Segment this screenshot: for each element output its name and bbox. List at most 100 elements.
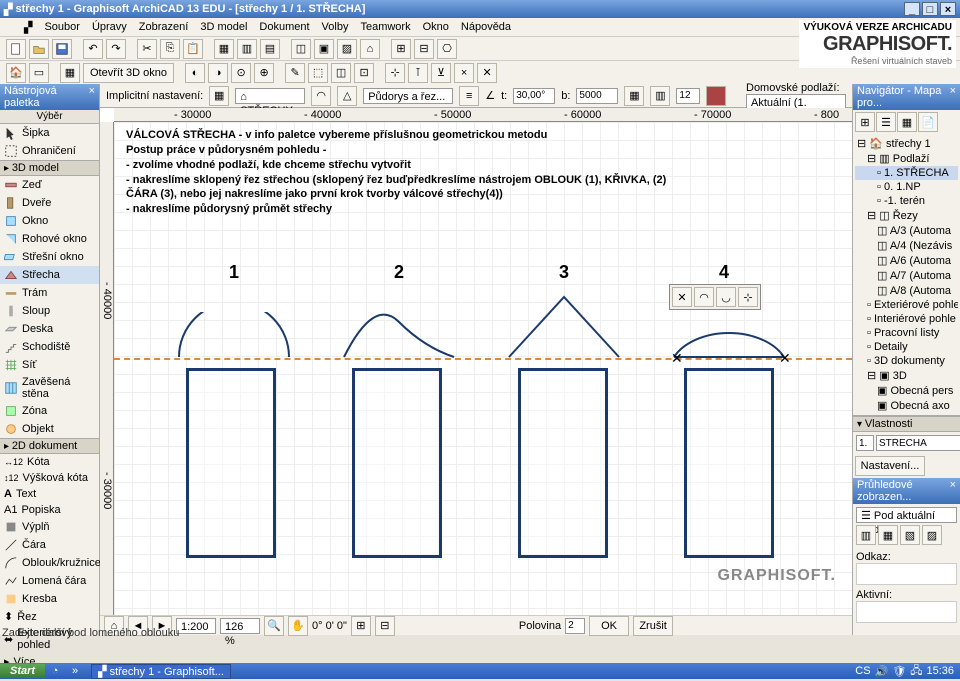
new-button[interactable] bbox=[6, 39, 26, 59]
tool-button[interactable]: ▦ bbox=[214, 39, 234, 59]
edit-button[interactable]: ◫ bbox=[331, 63, 351, 83]
view-button[interactable]: 🏠 bbox=[6, 63, 26, 83]
nav-tab[interactable]: ⊞ bbox=[855, 112, 875, 132]
ok-button[interactable]: OK bbox=[589, 616, 629, 636]
navigator-header[interactable]: Navigátor - Mapa pro...× bbox=[853, 84, 960, 110]
preview-button[interactable]: ▨ bbox=[922, 525, 942, 545]
pet-button[interactable]: ◠ bbox=[694, 287, 714, 307]
tool-section[interactable]: ⬍Řez bbox=[0, 608, 99, 625]
tool-label[interactable]: A1Popiska bbox=[0, 502, 99, 518]
settings-icon[interactable]: ▦ bbox=[209, 86, 229, 106]
pet-palette[interactable]: ✕ ◠ ◡ ⊹ bbox=[669, 284, 761, 310]
preview-button[interactable]: ▥ bbox=[856, 525, 876, 545]
taskbar-item[interactable]: ▞ střechy 1 - Graphisoft... bbox=[91, 664, 231, 679]
tree-item[interactable]: ⊟ ◫ Řezy bbox=[855, 208, 958, 223]
tree-item[interactable]: ▣ Obecná pers bbox=[855, 383, 958, 398]
tool-wall[interactable]: Zeď bbox=[0, 176, 99, 194]
tool-button[interactable]: ▣ bbox=[314, 39, 334, 59]
tray-icon[interactable]: 🖧 bbox=[910, 662, 922, 681]
clock[interactable]: 15:36 bbox=[926, 665, 954, 677]
tree-item[interactable]: ◫ A/8 (Automa bbox=[855, 283, 958, 298]
tool-text[interactable]: AText bbox=[0, 486, 99, 502]
pet-button[interactable]: ◡ bbox=[716, 287, 736, 307]
view-field[interactable]: Půdorys a řez... bbox=[363, 88, 453, 104]
minimize-button[interactable]: _ bbox=[904, 2, 920, 16]
pan-button[interactable]: ✋ bbox=[288, 616, 308, 636]
num-input[interactable] bbox=[676, 88, 700, 104]
tool-button[interactable]: ⊟ bbox=[414, 39, 434, 59]
layer-button[interactable]: ≡ bbox=[459, 86, 479, 106]
tool-mesh[interactable]: Síť bbox=[0, 356, 99, 374]
tree-item[interactable]: ▫ Interiérové pohle bbox=[855, 312, 958, 326]
nav-button[interactable]: ⊕ bbox=[254, 63, 274, 83]
opt-button[interactable]: ⊞ bbox=[351, 616, 371, 636]
view-button[interactable]: ▦ bbox=[60, 63, 80, 83]
tool-button[interactable]: ⌂ bbox=[360, 39, 380, 59]
cancel-button[interactable]: Zrušit bbox=[633, 616, 673, 636]
paste-button[interactable]: 📋 bbox=[183, 39, 203, 59]
menu-napoveda[interactable]: Nápověda bbox=[461, 21, 511, 33]
page-input[interactable] bbox=[565, 618, 585, 634]
preview-header[interactable]: Průhledové zobrazen...× bbox=[853, 478, 960, 504]
angle-input[interactable] bbox=[513, 88, 555, 104]
nav-button[interactable]: ⊙ bbox=[231, 63, 251, 83]
palette-header[interactable]: Nástrojová paletka× bbox=[0, 84, 99, 110]
tool-door[interactable]: Dveře bbox=[0, 194, 99, 212]
opt-button[interactable]: ▦ bbox=[624, 86, 644, 106]
tool-object[interactable]: Objekt bbox=[0, 420, 99, 438]
view-button[interactable]: ▭ bbox=[29, 63, 49, 83]
snap-button[interactable]: ⊺ bbox=[408, 63, 428, 83]
tree-item[interactable]: ▫ Detaily bbox=[855, 340, 958, 354]
nav-tab[interactable]: ☰ bbox=[876, 112, 896, 132]
tree-item[interactable]: ▣ Obecná axo bbox=[855, 398, 958, 413]
tool-name-field[interactable]: ⌂ STŘECHY bbox=[235, 88, 305, 104]
tool-arrow[interactable]: Šipka bbox=[0, 124, 99, 142]
prop-num[interactable] bbox=[856, 435, 874, 451]
drawing-canvas[interactable]: - 30000 - 40000 - 50000 - 60000 - 70000 … bbox=[100, 108, 852, 615]
tool-drawing[interactable]: Kresba bbox=[0, 590, 99, 608]
tool-zone[interactable]: Zóna bbox=[0, 402, 99, 420]
tree-item[interactable]: ▫ -1. terén bbox=[855, 194, 958, 208]
tool-stair[interactable]: Schodiště bbox=[0, 338, 99, 356]
tool-button[interactable]: ⊞ bbox=[391, 39, 411, 59]
tree-item[interactable]: ▫ 3D dokumenty bbox=[855, 354, 958, 368]
tree-item[interactable]: ▫ Exteriérové pohle bbox=[855, 298, 958, 312]
menu-zobrazeni[interactable]: Zobrazení bbox=[139, 21, 189, 33]
pet-button[interactable]: ⊹ bbox=[738, 287, 758, 307]
preview-button[interactable]: ▧ bbox=[900, 525, 920, 545]
start-button[interactable]: Start bbox=[0, 664, 45, 678]
tool-button[interactable]: ▤ bbox=[260, 39, 280, 59]
menu-soubor[interactable]: Soubor bbox=[44, 21, 79, 33]
nav-tab[interactable]: ▦ bbox=[897, 112, 917, 132]
nav-tab[interactable]: 📄 bbox=[918, 112, 938, 132]
menu-teamwork[interactable]: Teamwork bbox=[360, 21, 410, 33]
copy-button[interactable]: ⎘ bbox=[160, 39, 180, 59]
tool-slab[interactable]: Deska bbox=[0, 320, 99, 338]
edit-button[interactable]: ✎ bbox=[285, 63, 305, 83]
edit-button[interactable]: ⬚ bbox=[308, 63, 328, 83]
color-button[interactable] bbox=[706, 86, 726, 106]
close-button[interactable]: × bbox=[940, 2, 956, 16]
tree-item[interactable]: ⊟ ▣ 3D bbox=[855, 368, 958, 383]
tool-roof[interactable]: Střecha bbox=[0, 266, 99, 284]
bottom-input[interactable] bbox=[576, 88, 618, 104]
open-button[interactable] bbox=[29, 39, 49, 59]
zoom-field[interactable]: 126 % bbox=[220, 618, 260, 634]
open-3d-button[interactable]: Otevřít 3D okno bbox=[83, 63, 174, 83]
preview-mode[interactable]: ☰ Pod aktuální podlaží bbox=[856, 507, 957, 523]
cut-button[interactable]: ✂ bbox=[137, 39, 157, 59]
nav-button[interactable]: ◑ bbox=[208, 63, 228, 83]
geom-method-button[interactable]: ◠ bbox=[311, 86, 331, 106]
tool-dimension[interactable]: ↔12Kóta bbox=[0, 454, 99, 470]
tree-item-active[interactable]: ▫ 1. STŘECHA bbox=[855, 166, 958, 180]
section-3d[interactable]: ▸ 3D model bbox=[0, 160, 99, 176]
tool-button[interactable]: ◫ bbox=[291, 39, 311, 59]
menu-3dmodel[interactable]: 3D model bbox=[200, 21, 247, 33]
geom-method-button[interactable]: △ bbox=[337, 86, 357, 106]
snap-button[interactable]: ✕ bbox=[477, 63, 497, 83]
menu-okno[interactable]: Okno bbox=[423, 21, 449, 33]
edit-button[interactable]: ⊡ bbox=[354, 63, 374, 83]
zoom-button[interactable]: 🔍 bbox=[264, 616, 284, 636]
tool-level-dim[interactable]: ↕12Výšková kóta bbox=[0, 470, 99, 486]
tool-fill[interactable]: Výplň bbox=[0, 518, 99, 536]
